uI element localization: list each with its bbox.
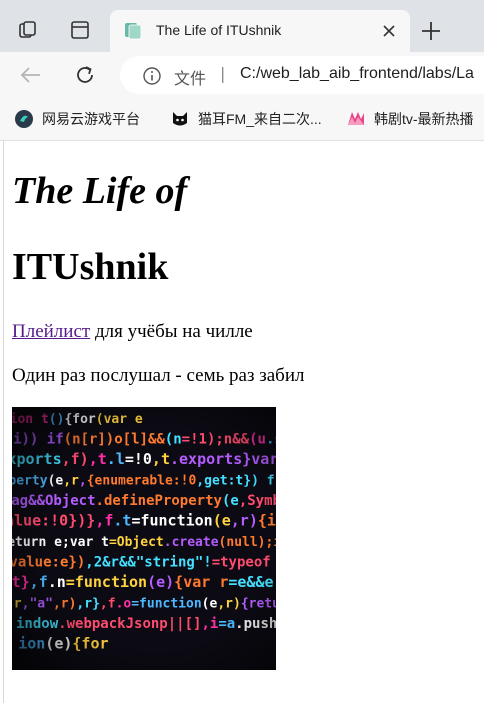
bookmarks-bar: 网易云游戏平台 猫耳FM_来自二次... 韩剧tv-最新热播 — [0, 98, 484, 141]
vertical-tabs-icon — [71, 21, 89, 39]
workspaces-button[interactable] — [12, 14, 44, 46]
tab-strip: The Life of ITUshnik — [0, 0, 484, 52]
close-tab-icon[interactable] — [380, 22, 398, 40]
url-text[interactable]: C:/web_lab_aib_frontend/labs/La — [240, 65, 474, 83]
page-content: The Life of ITUshnik Плейлист для учёбы … — [3, 141, 484, 703]
address-bar[interactable]: 文件 | C:/web_lab_aib_frontend/labs/La — [120, 56, 484, 94]
bookmark-maoer[interactable]: 猫耳FM_来自二次... — [170, 108, 322, 130]
tab-actions-button[interactable] — [64, 14, 96, 46]
bookmark-netease[interactable]: 网易云游戏平台 — [14, 108, 140, 130]
address-separator: | — [220, 64, 226, 83]
info-icon[interactable] — [142, 66, 162, 86]
korean-drama-tv-icon — [348, 112, 364, 125]
collections-icon — [19, 21, 36, 38]
playlist-text: для учёбы на чилле — [90, 321, 253, 342]
quote-paragraph: Один раз послушал - семь раз забил — [12, 365, 305, 386]
netease-cloud-gaming-icon — [15, 110, 33, 128]
playlist-link[interactable]: Плейлист — [12, 321, 90, 342]
bookmark-hanjutv[interactable]: 韩剧tv-最新热播 — [346, 108, 474, 130]
file-scheme-label: 文件 — [174, 69, 207, 88]
bookmark-label: 网易云游戏平台 — [42, 111, 140, 127]
code-screen-picture: ction t(){for(var er(i)) if(n[r])o[l]&&(… — [12, 407, 276, 670]
tab-title: The Life of ITUshnik — [156, 22, 282, 38]
page-heading: ITUshnik — [12, 246, 169, 288]
page-heading-italic: The Life of — [12, 170, 188, 212]
back-arrow-icon[interactable] — [18, 62, 44, 88]
active-tab[interactable]: The Life of ITUshnik — [110, 10, 410, 52]
playlist-paragraph: Плейлист для учёбы на чилле — [12, 321, 253, 343]
page-favicon-icon — [125, 23, 142, 40]
refresh-icon[interactable] — [72, 62, 98, 88]
new-tab-icon[interactable] — [418, 18, 444, 44]
code-screen-image: ction t(){for(var er(i)) if(n[r])o[l]&&(… — [12, 407, 276, 670]
bookmark-label: 韩剧tv-最新热播 — [374, 111, 474, 127]
cat-ear-fm-icon — [173, 112, 187, 126]
bookmark-label: 猫耳FM_来自二次... — [198, 111, 322, 127]
toolbar: 文件 | C:/web_lab_aib_frontend/labs/La — [0, 52, 484, 98]
